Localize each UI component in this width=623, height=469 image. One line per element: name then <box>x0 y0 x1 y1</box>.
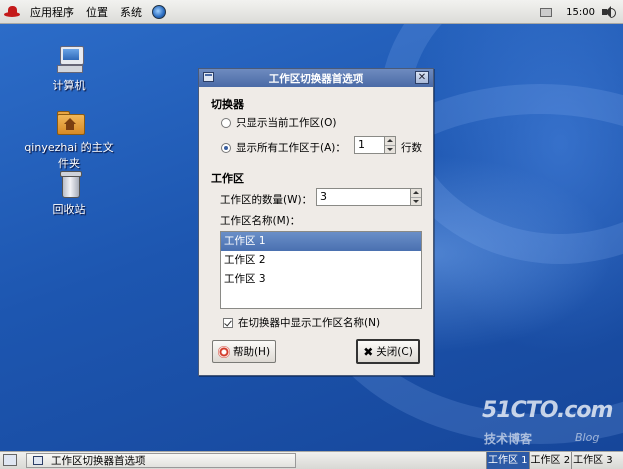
rows-spinbutton[interactable]: 1 <box>354 136 396 154</box>
redhat-icon[interactable] <box>4 5 20 19</box>
taskbar-window-label: 工作区切换器首选项 <box>51 455 146 467</box>
help-button[interactable]: 帮助(H) <box>212 340 276 363</box>
close-icon[interactable]: ✕ <box>415 71 429 84</box>
window-icon <box>33 456 43 465</box>
radio-label: 显示所有工作区于(A)： <box>236 142 346 154</box>
close-button-label: 关闭(C) <box>376 346 413 358</box>
menu-applications[interactable]: 应用程序 <box>24 4 80 20</box>
list-item[interactable]: 工作区 1 <box>221 232 421 251</box>
help-lifebuoy-icon <box>217 345 230 358</box>
rows-label: 行数 <box>401 142 422 154</box>
desktop-icon-computer[interactable]: 计算机 <box>19 44 119 93</box>
pager-workspace-1[interactable]: 工作区 1 <box>486 452 529 469</box>
desktop-icon-label: 计算机 <box>52 79 86 92</box>
web-browser-icon[interactable] <box>152 4 166 19</box>
dialog-title: 工作区切换器首选项 <box>268 72 364 85</box>
system-tray: 15:00 <box>540 0 623 24</box>
workspace-pager: 工作区 1 工作区 2 工作区 3 <box>486 452 614 469</box>
pager-workspace-3[interactable]: 工作区 3 <box>571 452 614 469</box>
taskbar-window-button[interactable]: 工作区切换器首选项 <box>26 453 296 468</box>
radio-show-current[interactable]: 只显示当前工作区(O) <box>221 115 336 130</box>
desktop-icon-label: 回收站 <box>52 203 86 216</box>
checkbox-checked[interactable] <box>223 317 233 328</box>
dialog-titlebar[interactable]: 工作区切换器首选项 ✕ <box>199 69 433 87</box>
watermark-sub: 技术博客 <box>484 432 533 446</box>
window-icon <box>203 72 214 82</box>
list-item[interactable]: 工作区 2 <box>221 251 421 270</box>
checkbox-label: 在切换器中显示工作区名称(N) <box>238 317 381 329</box>
keyboard-icon[interactable] <box>540 7 553 17</box>
desktop-icon-trash[interactable]: 回收站 <box>19 168 119 217</box>
workspaces-section-title: 工作区 <box>211 172 244 185</box>
radio-button[interactable] <box>221 117 231 128</box>
workspace-count-value[interactable]: 3 <box>317 189 410 205</box>
workspace-names-list[interactable]: 工作区 1 工作区 2 工作区 3 <box>220 231 422 309</box>
clock[interactable]: 15:00 <box>566 7 595 18</box>
computer-icon <box>54 44 84 74</box>
watermark-blog: Blog <box>575 431 600 444</box>
pager-workspace-2[interactable]: 工作区 2 <box>528 452 572 469</box>
watermark-brand: 51CTO.com <box>482 398 613 423</box>
workspace-count-spinbutton[interactable]: 3 <box>316 188 422 206</box>
radio-button-selected[interactable] <box>221 142 231 153</box>
radio-show-all[interactable]: 显示所有工作区于(A)： <box>221 140 346 155</box>
desktop-icon-home[interactable]: qinyezhai 的主文件夹 <box>19 106 119 171</box>
list-item[interactable]: 工作区 3 <box>221 270 421 289</box>
radio-label: 只显示当前工作区(O) <box>236 117 337 129</box>
spin-down-arrow-icon[interactable] <box>411 196 421 206</box>
bottom-panel: 工作区切换器首选项 工作区 1 工作区 2 工作区 3 <box>0 451 623 469</box>
menu-system[interactable]: 系统 <box>114 4 148 20</box>
home-folder-icon <box>54 106 85 136</box>
workspace-switcher-preferences-dialog: 工作区切换器首选项 ✕ 切换器 只显示当前工作区(O) 显示所有工作区于(A)：… <box>198 68 434 376</box>
top-panel: 应用程序 位置 系统 15:00 <box>0 0 623 24</box>
switcher-section-title: 切换器 <box>211 98 244 111</box>
workspace-count-label: 工作区的数量(W)： <box>220 194 313 206</box>
spin-up-arrow-icon[interactable] <box>385 137 395 145</box>
close-x-icon: ✖ <box>363 344 374 359</box>
show-desktop-icon[interactable] <box>3 454 17 466</box>
help-button-label: 帮助(H) <box>232 346 271 358</box>
workspace-names-label: 工作区名称(M)： <box>220 215 301 227</box>
rows-value[interactable]: 1 <box>355 137 384 153</box>
desktop-icon-label: qinyezhai 的主文件夹 <box>24 141 114 170</box>
volume-icon[interactable] <box>601 5 617 19</box>
trash-icon <box>54 168 84 198</box>
menu-places[interactable]: 位置 <box>80 4 114 20</box>
close-button[interactable]: ✖ 关闭(C) <box>356 339 420 364</box>
show-names-checkbox-row[interactable]: 在切换器中显示工作区名称(N) <box>223 315 380 330</box>
spin-up-arrow-icon[interactable] <box>411 189 421 197</box>
spin-down-arrow-icon[interactable] <box>385 144 395 154</box>
